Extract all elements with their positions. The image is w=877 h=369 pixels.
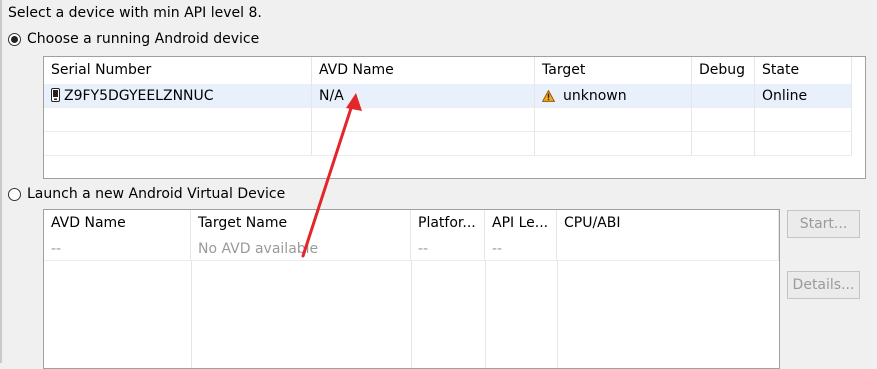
red-arrow-annotation: [301, 93, 362, 258]
arrow-head-icon: [346, 93, 362, 111]
arrow-shaft: [301, 100, 355, 258]
